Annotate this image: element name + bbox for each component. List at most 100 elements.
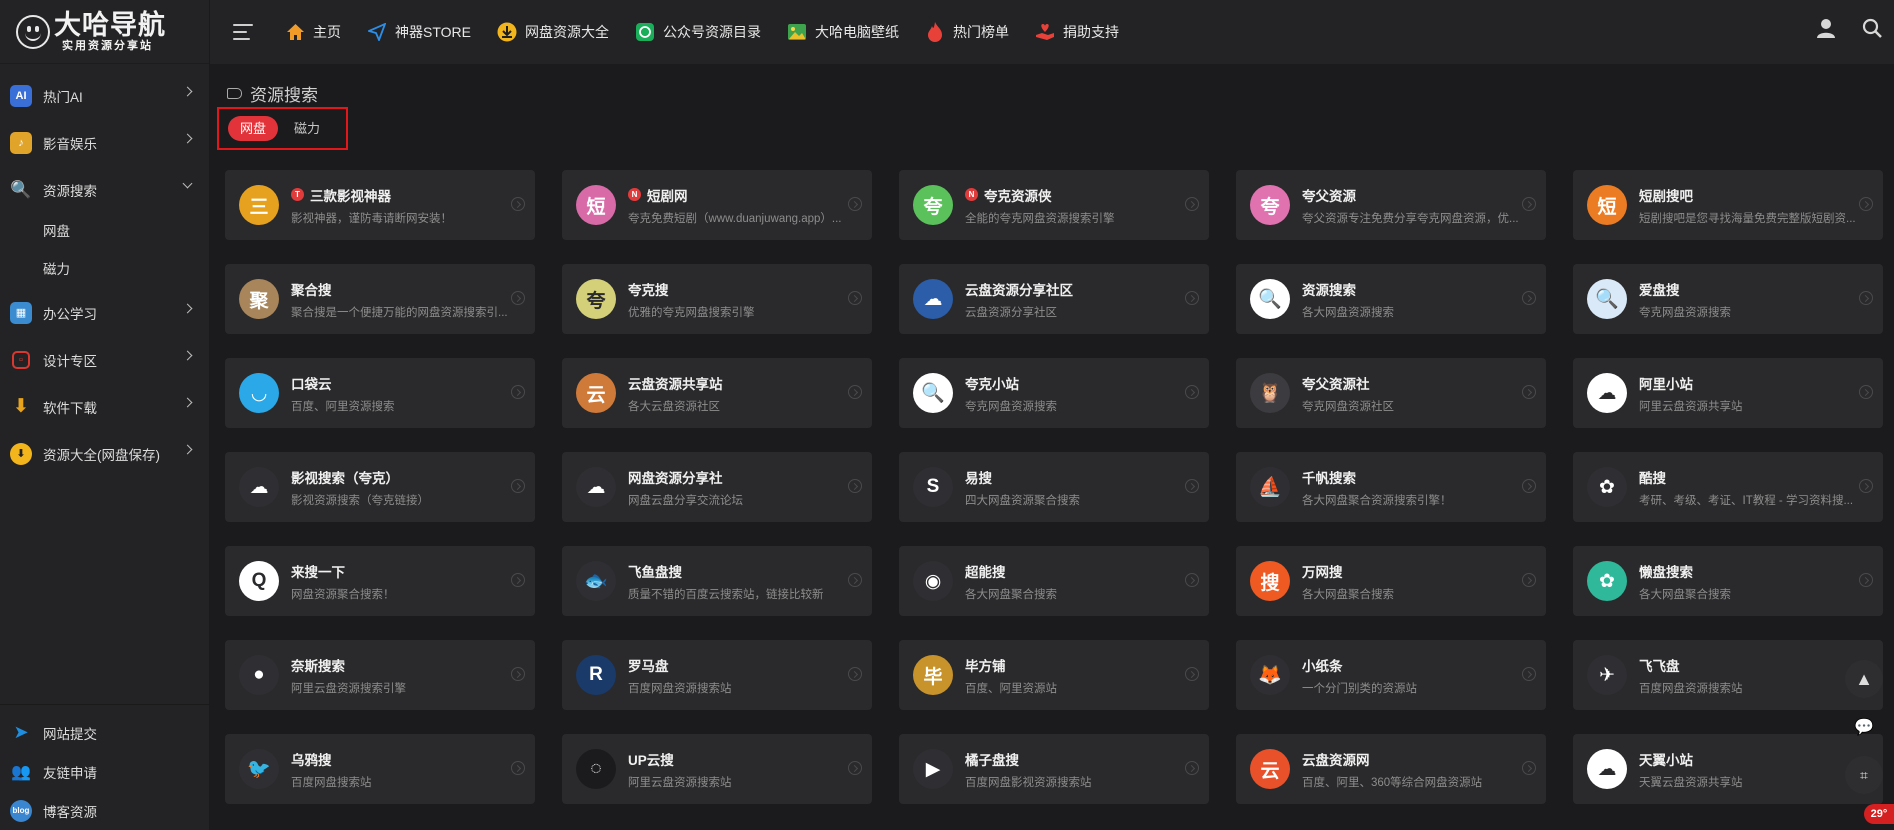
sidebar-item-office[interactable]: ▦ 办公学习	[0, 289, 209, 336]
go-arrow-icon[interactable]	[1185, 385, 1199, 399]
site-card[interactable]: 搜万网搜 各大网盘聚合搜索	[1236, 546, 1546, 616]
go-arrow-icon[interactable]	[511, 761, 525, 775]
go-arrow-icon[interactable]	[511, 479, 525, 493]
go-arrow-icon[interactable]	[1859, 197, 1873, 211]
site-card[interactable]: ☁ 阿里小站 阿里云盘资源共享站	[1573, 358, 1883, 428]
site-card[interactable]: ☁ 天翼小站 天翼云盘资源共享站	[1573, 734, 1883, 804]
nav-home[interactable]: 主页	[285, 22, 341, 42]
go-arrow-icon[interactable]	[848, 197, 862, 211]
sidebar-subitem-magnet[interactable]: 磁力	[0, 251, 209, 289]
site-card[interactable]: 云云盘资源网 百度、阿里、360等综合网盘资源站	[1236, 734, 1546, 804]
go-arrow-icon[interactable]	[1522, 197, 1536, 211]
site-card[interactable]: ✿ 酷搜 考研、考级、考证、IT教程 - 学习资料搜...	[1573, 452, 1883, 522]
qrcode-button[interactable]: ⌗	[1845, 756, 1883, 794]
go-arrow-icon[interactable]	[1522, 573, 1536, 587]
sidebar-item-software[interactable]: ⬇ 软件下载	[0, 383, 209, 430]
sidebar-item-friend-link[interactable]: 👥 友链申请	[0, 752, 210, 791]
nav-netdisk-collection[interactable]: 网盘资源大全	[497, 22, 609, 42]
go-arrow-icon[interactable]	[1859, 573, 1873, 587]
go-arrow-icon[interactable]	[511, 197, 525, 211]
go-arrow-icon[interactable]	[511, 573, 525, 587]
site-card[interactable]: 毕毕方铺 百度、阿里资源站	[899, 640, 1209, 710]
go-arrow-icon[interactable]	[848, 385, 862, 399]
go-arrow-icon[interactable]	[1859, 291, 1873, 305]
sidebar-item-design[interactable]: ▫ 设计专区	[0, 336, 209, 383]
site-card[interactable]: 夸夸克搜 优雅的夸克网盘搜索引擎	[562, 264, 872, 334]
site-card[interactable]: 三 T 三款影视神器 影视神器，谨防毒请断网安装！	[225, 170, 535, 240]
tab-netdisk[interactable]: 网盘	[228, 116, 279, 141]
go-arrow-icon[interactable]	[848, 667, 862, 681]
site-card[interactable]: ▶ 橘子盘搜 百度网盘影视资源搜索站	[899, 734, 1209, 804]
site-card[interactable]: ◌ UP云搜 阿里云盘资源搜索站	[562, 734, 872, 804]
go-arrow-icon[interactable]	[1185, 479, 1199, 493]
go-arrow-icon[interactable]	[848, 761, 862, 775]
nav-hot-list[interactable]: 热门榜单	[925, 22, 1009, 42]
sidebar-item-resource-collection[interactable]: ⬇ 资源大全(网盘保存)	[0, 430, 209, 477]
site-card[interactable]: Q 来搜一下 网盘资源聚合搜索！	[225, 546, 535, 616]
nav-store[interactable]: 神器STORE	[367, 22, 471, 42]
site-card[interactable]: ⛵ 千帆搜索 各大网盘聚合资源搜索引擎！	[1236, 452, 1546, 522]
menu-toggle-icon[interactable]	[233, 24, 253, 40]
site-card[interactable]: 🔍 夸克小站 夸克网盘资源搜索	[899, 358, 1209, 428]
nav-wechat-directory[interactable]: 公众号资源目录	[635, 22, 761, 42]
site-card[interactable]: R 罗马盘 百度网盘资源搜索站	[562, 640, 872, 710]
go-arrow-icon[interactable]	[1859, 479, 1873, 493]
go-arrow-icon[interactable]	[848, 291, 862, 305]
site-card[interactable]: S 易搜 四大网盘资源聚合搜索	[899, 452, 1209, 522]
site-card[interactable]: 夸 N 夸克资源侠 全能的夸克网盘资源搜索引擎	[899, 170, 1209, 240]
sidebar-item-media[interactable]: ♪ 影音娱乐	[0, 119, 209, 166]
go-arrow-icon[interactable]	[1859, 385, 1873, 399]
site-card[interactable]: 🔍 资源搜索 各大网盘资源搜索	[1236, 264, 1546, 334]
go-arrow-icon[interactable]	[1522, 291, 1536, 305]
go-arrow-icon[interactable]	[1185, 761, 1199, 775]
site-card[interactable]: ◉ 超能搜 各大网盘聚合搜索	[899, 546, 1209, 616]
sidebar-item-hot-ai[interactable]: AI 热门AI	[0, 72, 209, 119]
site-card[interactable]: 短 N 短剧网 夸克免费短剧（www.duanjuwang.app）...	[562, 170, 872, 240]
site-card[interactable]: ● 奈斯搜索 阿里云盘资源搜索引擎	[225, 640, 535, 710]
go-arrow-icon[interactable]	[1522, 761, 1536, 775]
nav-wallpaper[interactable]: 大哈电脑壁纸	[787, 22, 899, 42]
go-arrow-icon[interactable]	[1522, 479, 1536, 493]
site-card[interactable]: ☁ 影视搜索（夸克） 影视资源搜索（夸克链接）	[225, 452, 535, 522]
user-icon[interactable]	[1816, 18, 1836, 43]
site-card[interactable]: ✈ 飞飞盘 百度网盘资源搜索站	[1573, 640, 1883, 710]
site-card[interactable]: ☁ 网盘资源分享社 网盘云盘分享交流论坛	[562, 452, 872, 522]
search-icon[interactable]	[1862, 18, 1882, 43]
site-card[interactable]: 夸夸父资源 夸父资源专注免费分享夸克网盘资源，优...	[1236, 170, 1546, 240]
go-arrow-icon[interactable]	[511, 385, 525, 399]
weather-widget[interactable]: 29°	[1864, 804, 1894, 824]
nav-donate[interactable]: 捐助支持	[1035, 22, 1119, 42]
tab-magnet[interactable]: 磁力	[282, 116, 332, 141]
site-card[interactable]: 🐦 乌鸦搜 百度网盘搜索站	[225, 734, 535, 804]
site-name: 来搜一下	[291, 561, 516, 581]
go-arrow-icon[interactable]	[1522, 667, 1536, 681]
back-to-top-button[interactable]: ▲	[1845, 660, 1883, 698]
site-card[interactable]: ◡ 口袋云 百度、阿里资源搜索	[225, 358, 535, 428]
site-card[interactable]: 🔍 爱盘搜 夸克网盘资源搜索	[1573, 264, 1883, 334]
go-arrow-icon[interactable]	[848, 479, 862, 493]
go-arrow-icon[interactable]	[1185, 667, 1199, 681]
site-card[interactable]: ✿ 懒盘搜索 各大网盘聚合搜索	[1573, 546, 1883, 616]
go-arrow-icon[interactable]	[1522, 385, 1536, 399]
site-card[interactable]: 🦉 夸父资源社 夸克网盘资源社区	[1236, 358, 1546, 428]
go-arrow-icon[interactable]	[1185, 291, 1199, 305]
go-arrow-icon[interactable]	[511, 667, 525, 681]
go-arrow-icon[interactable]	[848, 573, 862, 587]
site-card[interactable]: 短短剧搜吧 短剧搜吧是您寻找海量免费完整版短剧资...	[1573, 170, 1883, 240]
sidebar-item-resource-search[interactable]: 🔍 资源搜索	[0, 166, 209, 213]
go-arrow-icon[interactable]	[1185, 197, 1199, 211]
site-card[interactable]: 云云盘资源共享站 各大云盘资源社区	[562, 358, 872, 428]
sidebar-subitem-netdisk[interactable]: 网盘	[0, 213, 209, 251]
nav-label: 大哈电脑壁纸	[814, 24, 899, 40]
site-logo[interactable]: 大哈导航 实用资源分享站	[0, 0, 209, 64]
site-card[interactable]: 🐟 飞鱼盘搜 质量不错的百度云搜索站，链接比较新	[562, 546, 872, 616]
sidebar-item-submit-site[interactable]: ➤ 网站提交	[0, 713, 210, 752]
site-card[interactable]: ☁ 云盘资源分享社区 云盘资源分享社区	[899, 264, 1209, 334]
go-arrow-icon[interactable]	[511, 291, 525, 305]
sidebar-item-blog[interactable]: blog 博客资源	[0, 791, 210, 830]
go-arrow-icon[interactable]	[1185, 573, 1199, 587]
site-logo-icon: 短	[576, 185, 616, 225]
wechat-button[interactable]: 💬	[1845, 708, 1883, 746]
site-card[interactable]: 聚聚合搜 聚合搜是一个便捷万能的网盘资源搜索引...	[225, 264, 535, 334]
site-card[interactable]: 🦊 小纸条 一个分门别类的资源站	[1236, 640, 1546, 710]
